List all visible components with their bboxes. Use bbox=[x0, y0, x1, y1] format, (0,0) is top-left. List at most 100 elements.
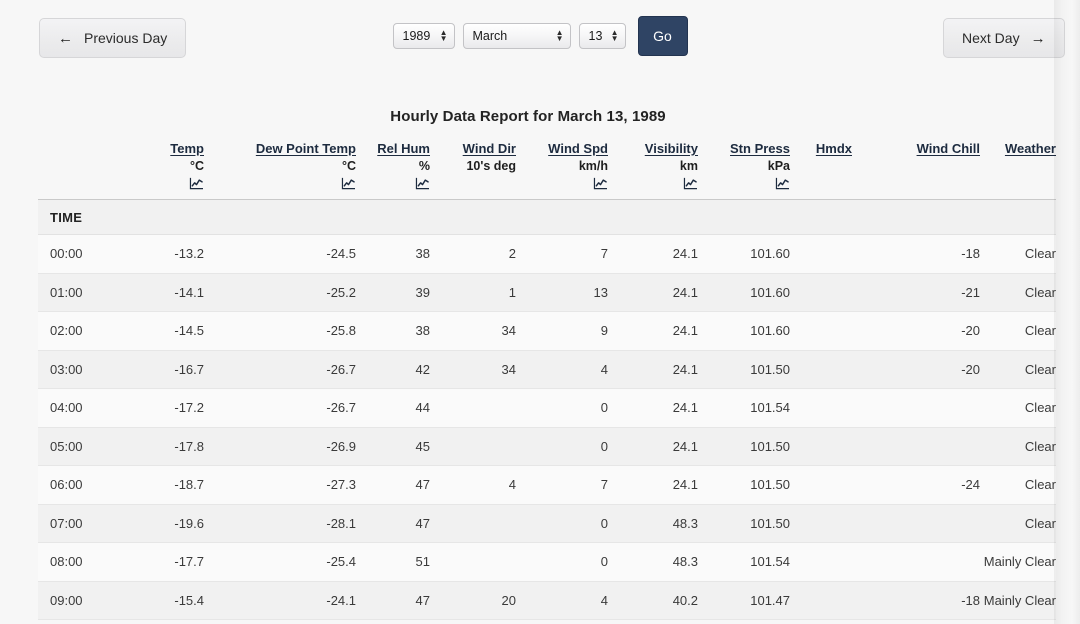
column-header-rel_hum: Rel Hum% bbox=[356, 140, 430, 200]
column-unit-weather bbox=[980, 157, 1056, 175]
column-header-temp: Temp °C bbox=[110, 140, 204, 200]
cell-wind_spd: 0 bbox=[516, 427, 608, 466]
cell-wind_chill: -20 bbox=[852, 311, 980, 351]
cell-dew_point: -27.3 bbox=[204, 465, 356, 505]
cell-rel_hum: 47 bbox=[356, 465, 430, 505]
cell-rel_hum: 38 bbox=[356, 311, 430, 351]
cell-hmdx bbox=[790, 388, 852, 428]
cell-wind_chill bbox=[852, 427, 980, 466]
column-unit-rel_hum: % bbox=[418, 159, 430, 173]
cell-dew_point: -24.1 bbox=[204, 581, 356, 620]
column-icon-placeholder-wind_chill bbox=[852, 175, 980, 193]
cell-rel_hum: 51 bbox=[356, 542, 430, 582]
cell-hmdx bbox=[790, 504, 852, 543]
column-sort-link-visibility[interactable]: Visibility bbox=[608, 140, 698, 157]
table-row: 03:00 -16.7 -26.7 42 34 4 24.1 101.50 -20 Clear bbox=[38, 350, 1056, 389]
cell-time: 04:00 bbox=[38, 388, 110, 428]
cell-time: 03:00 bbox=[38, 350, 110, 389]
cell-dew_point: -26.9 bbox=[204, 427, 356, 466]
month-spinner-icon: ▲ ▼ bbox=[555, 28, 564, 43]
cell-visibility: 24.1 bbox=[608, 273, 698, 312]
year-select[interactable]: 1989 ▲ ▼ bbox=[392, 23, 455, 49]
cell-hmdx bbox=[790, 465, 852, 505]
cell-wind_dir bbox=[430, 542, 516, 582]
column-sort-link-rel_hum[interactable]: Rel Hum bbox=[356, 140, 430, 157]
month-select[interactable]: March ▲ ▼ bbox=[462, 23, 571, 49]
cell-weather: Clear bbox=[980, 350, 1056, 389]
cell-dew_point: -28.1 bbox=[204, 504, 356, 543]
column-sort-link-wind_spd[interactable]: Wind Spd bbox=[516, 140, 608, 157]
cell-weather: Clear bbox=[980, 388, 1056, 428]
column-icon-placeholder-hmdx bbox=[790, 175, 852, 193]
cell-wind_spd: 9 bbox=[516, 311, 608, 351]
cell-time: 06:00 bbox=[38, 465, 110, 505]
column-header-row: Temp °C Dew Point Temp °C Rel Hum% Wind Dir 10… bbox=[38, 140, 1056, 200]
cell-temp: -17.8 bbox=[110, 427, 204, 466]
date-selector-group: 1989 ▲ ▼ March ▲ ▼ 13 ▲ ▼ Go bbox=[0, 0, 1080, 78]
month-select-value: March bbox=[472, 29, 508, 43]
cell-weather: Mainly Clear bbox=[980, 581, 1056, 620]
time-subheader-filler bbox=[110, 199, 1056, 235]
year-spinner-icon: ▲ ▼ bbox=[439, 28, 448, 43]
cell-temp: -19.6 bbox=[110, 504, 204, 543]
column-unit-dew_point: °C bbox=[341, 159, 356, 173]
cell-weather: Mainly Clear bbox=[980, 542, 1056, 582]
cell-time: 05:00 bbox=[38, 427, 110, 466]
table-header: Temp °C Dew Point Temp °C Rel Hum% Wind Dir 10… bbox=[38, 140, 1056, 235]
cell-wind_dir: 4 bbox=[430, 465, 516, 505]
column-icon-placeholder-wind_dir bbox=[430, 175, 516, 193]
line-chart-icon[interactable] bbox=[110, 175, 204, 193]
line-chart-icon[interactable] bbox=[516, 175, 608, 193]
cell-wind_dir: 34 bbox=[430, 350, 516, 389]
line-chart-icon[interactable] bbox=[608, 175, 698, 193]
table-row: 02:00 -14.5 -25.8 38 34 9 24.1 101.60 -20 Clear bbox=[38, 311, 1056, 351]
column-sort-link-wind_chill[interactable]: Wind Chill bbox=[852, 140, 980, 157]
cell-hmdx bbox=[790, 311, 852, 351]
line-chart-icon[interactable] bbox=[356, 175, 430, 193]
cell-visibility: 24.1 bbox=[608, 311, 698, 351]
cell-dew_point: -25.2 bbox=[204, 273, 356, 312]
line-chart-icon[interactable] bbox=[204, 175, 356, 193]
column-unit-hmdx bbox=[790, 157, 852, 175]
cell-wind_spd: 0 bbox=[516, 388, 608, 428]
cell-wind_chill: -20 bbox=[852, 350, 980, 389]
cell-weather: Clear bbox=[980, 273, 1056, 312]
cell-time: 02:00 bbox=[38, 311, 110, 351]
cell-wind_chill: -24 bbox=[852, 465, 980, 505]
column-sort-link-hmdx[interactable]: Hmdx bbox=[790, 140, 852, 157]
column-sort-link-weather[interactable]: Weather bbox=[980, 140, 1056, 157]
cell-wind_dir: 34 bbox=[430, 311, 516, 351]
cell-wind_dir bbox=[430, 388, 516, 428]
cell-dew_point: -26.7 bbox=[204, 388, 356, 428]
column-sort-link-temp[interactable]: Temp bbox=[110, 140, 204, 157]
cell-dew_point: -24.5 bbox=[204, 234, 356, 274]
cell-rel_hum: 39 bbox=[356, 273, 430, 312]
column-sort-link-stn_press[interactable]: Stn Press bbox=[698, 140, 790, 157]
column-sort-link-wind_dir[interactable]: Wind Dir bbox=[430, 140, 516, 157]
cell-wind_chill bbox=[852, 388, 980, 428]
cell-wind_chill bbox=[852, 504, 980, 543]
table-row: 08:00 -17.7 -25.4 51 0 48.3 101.54 Mainly Cle… bbox=[38, 542, 1056, 582]
go-button[interactable]: Go bbox=[637, 16, 688, 56]
column-icon-placeholder-weather bbox=[980, 175, 1056, 193]
table-body: 00:00 -13.2 -24.5 38 2 7 24.1 101.60 -18 Clear 01… bbox=[38, 234, 1056, 620]
table-row: 04:00 -17.2 -26.7 44 0 24.1 101.54 Clear bbox=[38, 388, 1056, 428]
table-row: 09:00 -15.4 -24.1 47 20 4 40.2 101.47 -18 Mainly… bbox=[38, 581, 1056, 620]
cell-weather: Clear bbox=[980, 427, 1056, 466]
cell-rel_hum: 44 bbox=[356, 388, 430, 428]
column-header-wind_dir: Wind Dir 10's deg bbox=[430, 140, 516, 200]
cell-rel_hum: 47 bbox=[356, 504, 430, 543]
cell-visibility: 24.1 bbox=[608, 427, 698, 466]
cell-dew_point: -26.7 bbox=[204, 350, 356, 389]
line-chart-icon[interactable] bbox=[698, 175, 790, 193]
cell-wind_chill bbox=[852, 542, 980, 582]
column-sort-link-dew_point[interactable]: Dew Point Temp bbox=[204, 140, 356, 157]
column-header-time bbox=[38, 140, 110, 200]
day-select[interactable]: 13 ▲ ▼ bbox=[578, 23, 626, 49]
column-unit-temp: °C bbox=[189, 159, 204, 173]
cell-hmdx bbox=[790, 350, 852, 389]
cell-weather: Clear bbox=[980, 504, 1056, 543]
column-unit-wind_spd: km/h bbox=[578, 159, 608, 173]
cell-temp: -14.1 bbox=[110, 273, 204, 312]
time-subheader-row: TIME bbox=[38, 199, 1056, 235]
